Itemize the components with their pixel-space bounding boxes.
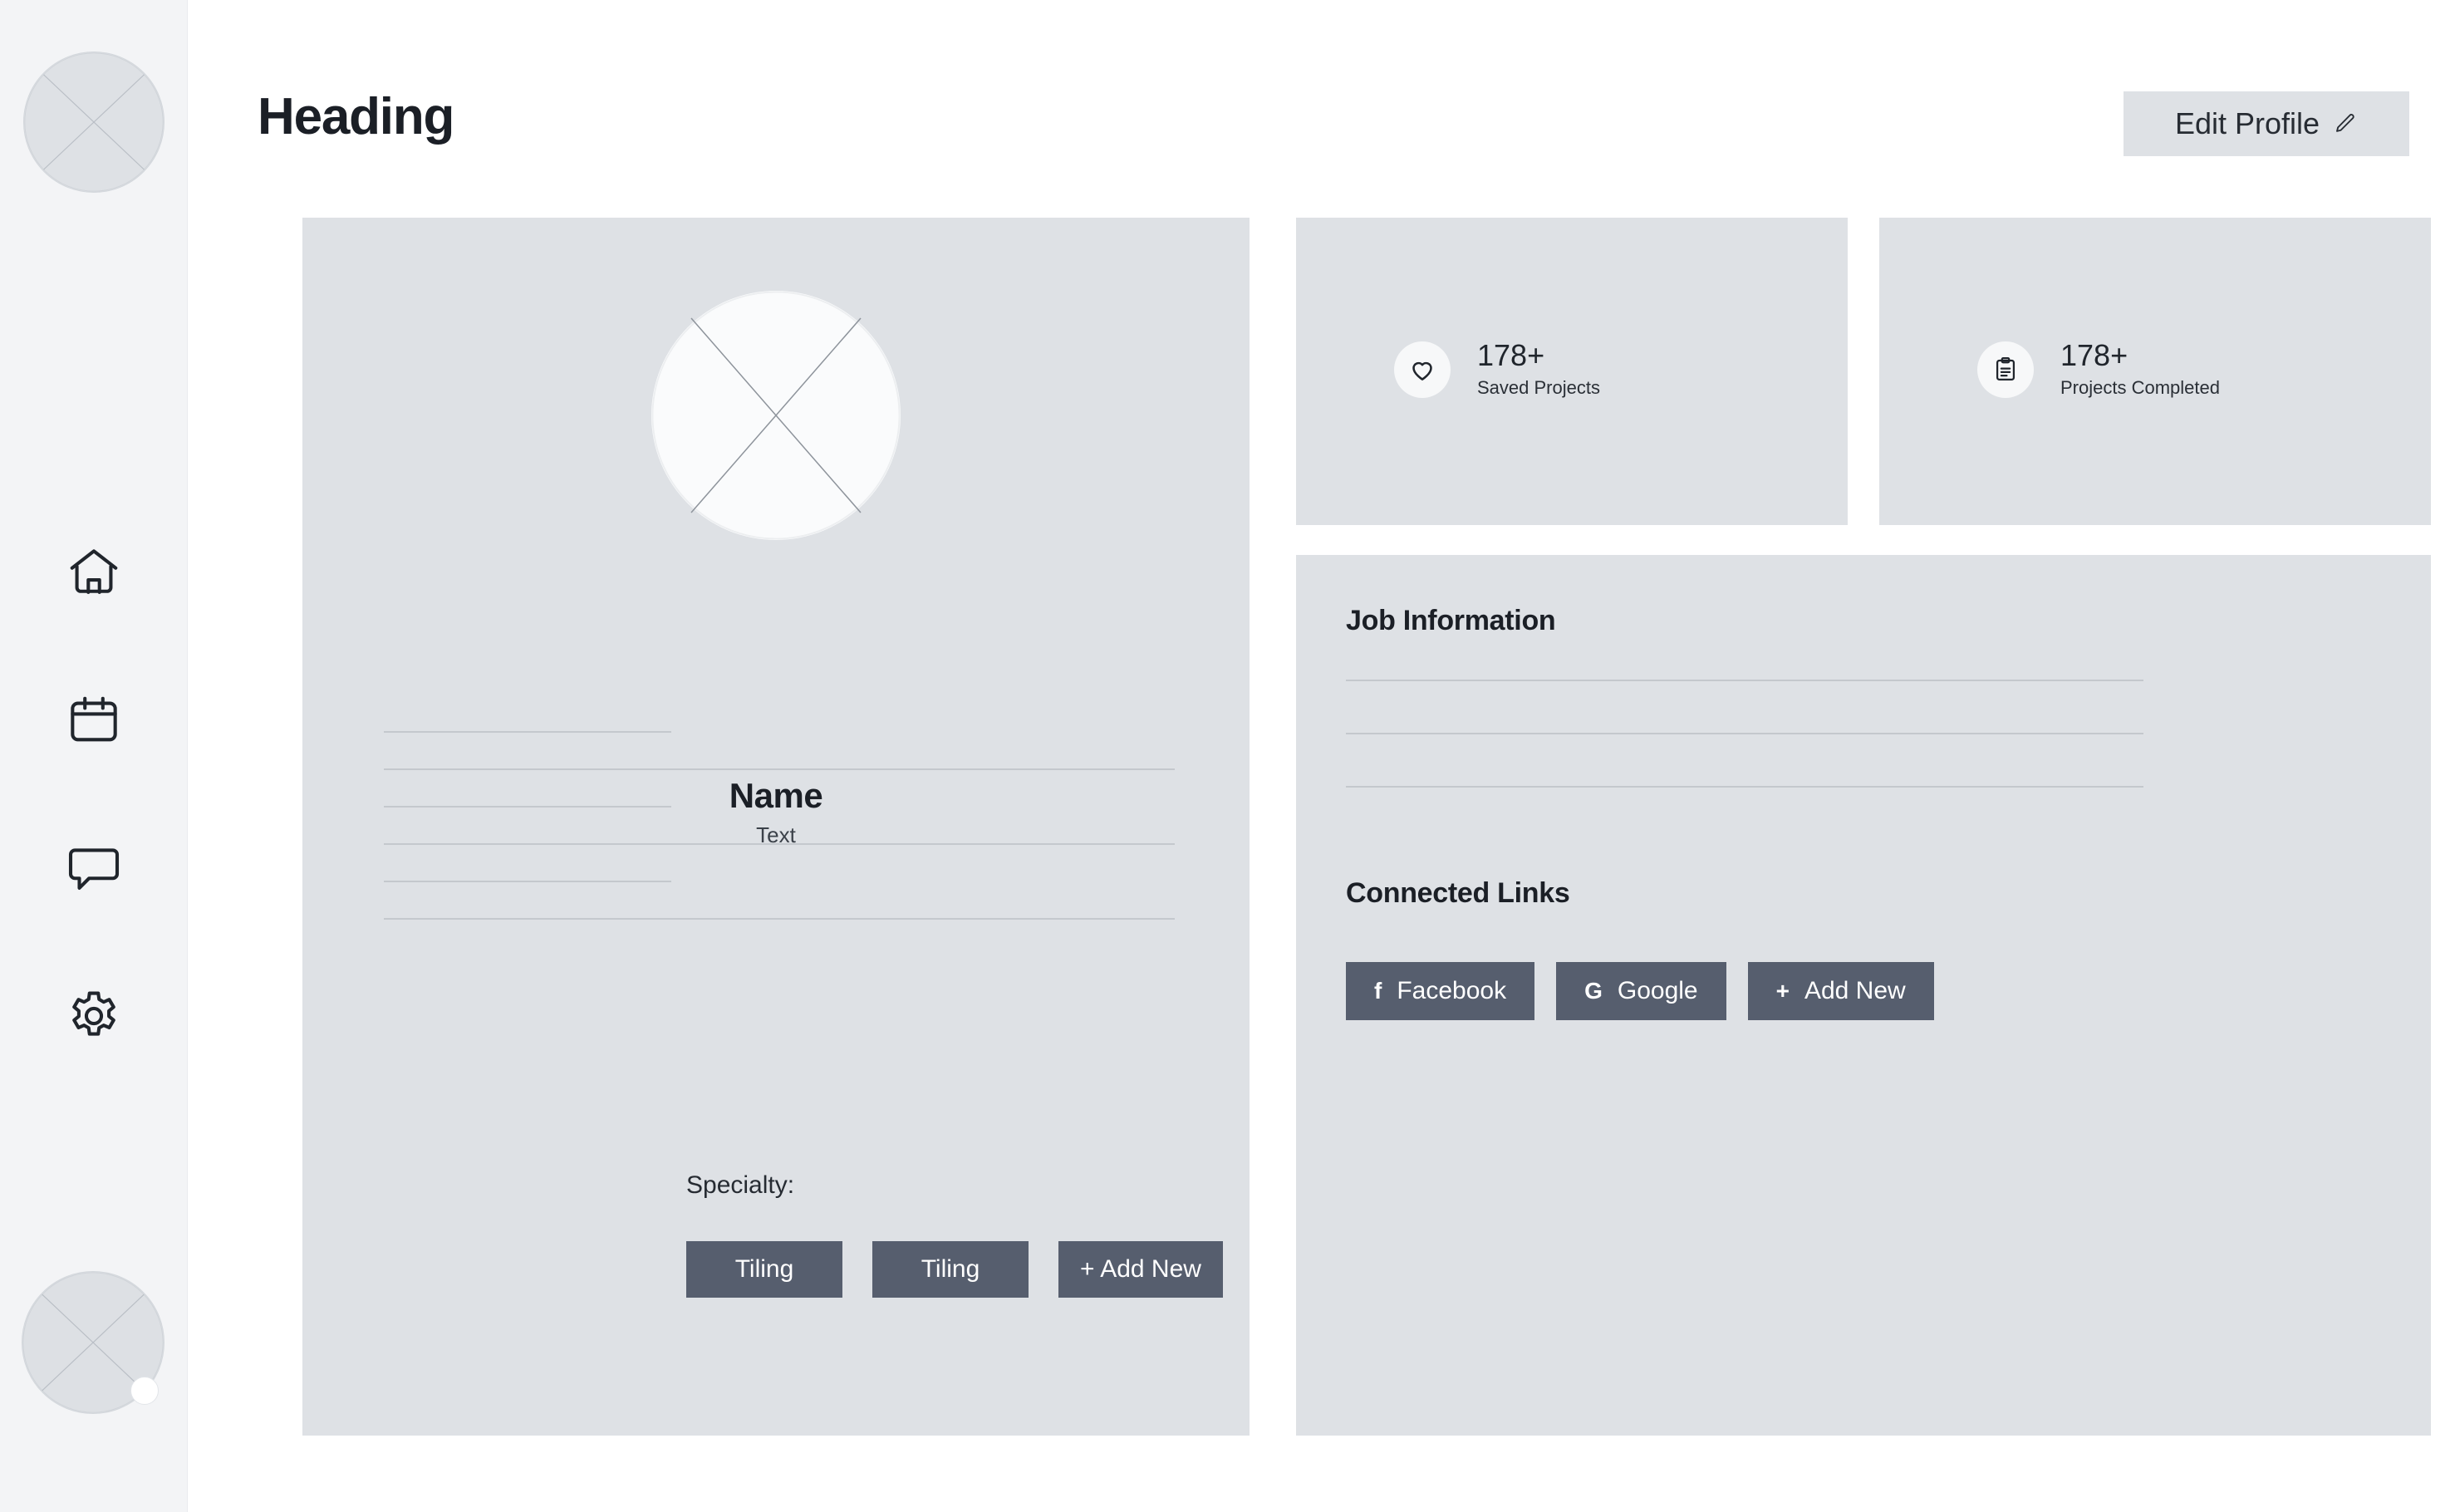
profile-placeholder-lines: [384, 731, 1181, 920]
stat-card-projects-completed: 178+ Projects Completed: [1879, 218, 2431, 525]
heart-icon: [1412, 361, 1432, 380]
sidebar-item-calendar[interactable]: [0, 646, 188, 794]
job-info-card: Job Information Connected Links f Facebo…: [1296, 555, 2431, 1436]
home-icon: [70, 549, 118, 594]
job-information-title: Job Information: [1346, 605, 1556, 636]
app-root: Heading Edit Profile Name Text Specialty…: [0, 0, 2455, 1512]
avatar-placeholder-icon: [24, 52, 164, 192]
google-link-button[interactable]: G Google: [1556, 962, 1726, 1020]
stat-value: 178+: [1477, 338, 1545, 372]
page-title: Heading: [258, 88, 454, 145]
edit-profile-button[interactable]: Edit Profile: [2124, 91, 2409, 156]
google-link-label: Google: [1617, 977, 1698, 1004]
profile-card: Name Text Specialty: Tiling Tiling + Add…: [302, 218, 1250, 1436]
sidebar-top-avatar[interactable]: [23, 52, 164, 193]
stat-content: 178+ Projects Completed: [1977, 338, 2220, 400]
facebook-link-label: Facebook: [1397, 977, 1507, 1004]
plus-icon: +: [1775, 978, 1790, 1004]
connected-links-row: f Facebook G Google + Add New: [1346, 962, 1934, 1020]
stat-label: Saved Projects: [1477, 377, 1600, 399]
stat-value: 178+: [2060, 338, 2128, 372]
gear-icon: [72, 991, 115, 1036]
specialty-tag[interactable]: Tiling: [872, 1241, 1029, 1298]
facebook-icon: f: [1374, 978, 1382, 1004]
sidebar-bottom-avatar[interactable]: [22, 1271, 164, 1414]
stat-card-saved-projects: 178+ Saved Projects: [1296, 218, 1848, 525]
avatar-placeholder-icon: [651, 291, 901, 540]
sidebar-item-settings[interactable]: [0, 942, 188, 1090]
stat-content: 178+ Saved Projects: [1394, 338, 1600, 400]
clipboard-icon-badge: [1977, 341, 2034, 398]
sidebar-nav: [0, 498, 188, 1090]
specialty-tag[interactable]: Tiling: [686, 1241, 842, 1298]
specialty-label: Specialty:: [686, 1171, 795, 1199]
pencil-icon: [2336, 114, 2354, 132]
add-link-label: Add New: [1804, 977, 1906, 1004]
clipboard-icon: [1996, 356, 2016, 380]
sidebar-item-home[interactable]: [0, 498, 188, 646]
placeholder-line: [1346, 786, 2143, 788]
add-link-button[interactable]: + Add New: [1747, 962, 1934, 1020]
chat-bubble-icon: [68, 848, 120, 890]
profile-avatar[interactable]: [651, 291, 901, 540]
calendar-icon: [71, 696, 117, 742]
sidebar-item-messages[interactable]: [0, 794, 188, 942]
status-badge: [130, 1377, 159, 1405]
sidebar: [0, 0, 188, 1512]
connected-links-title: Connected Links: [1346, 877, 1570, 909]
google-icon: G: [1584, 978, 1603, 1004]
job-information-placeholder-lines: [1346, 680, 2143, 788]
stat-label: Projects Completed: [2060, 377, 2220, 399]
specialty-tag-row: Tiling Tiling + Add New: [686, 1241, 1223, 1298]
edit-profile-label: Edit Profile: [2174, 106, 2320, 140]
placeholder-line: [384, 918, 1175, 920]
heart-icon-badge: [1394, 341, 1451, 398]
add-specialty-button[interactable]: + Add New: [1058, 1241, 1223, 1298]
facebook-link-button[interactable]: f Facebook: [1346, 962, 1535, 1020]
